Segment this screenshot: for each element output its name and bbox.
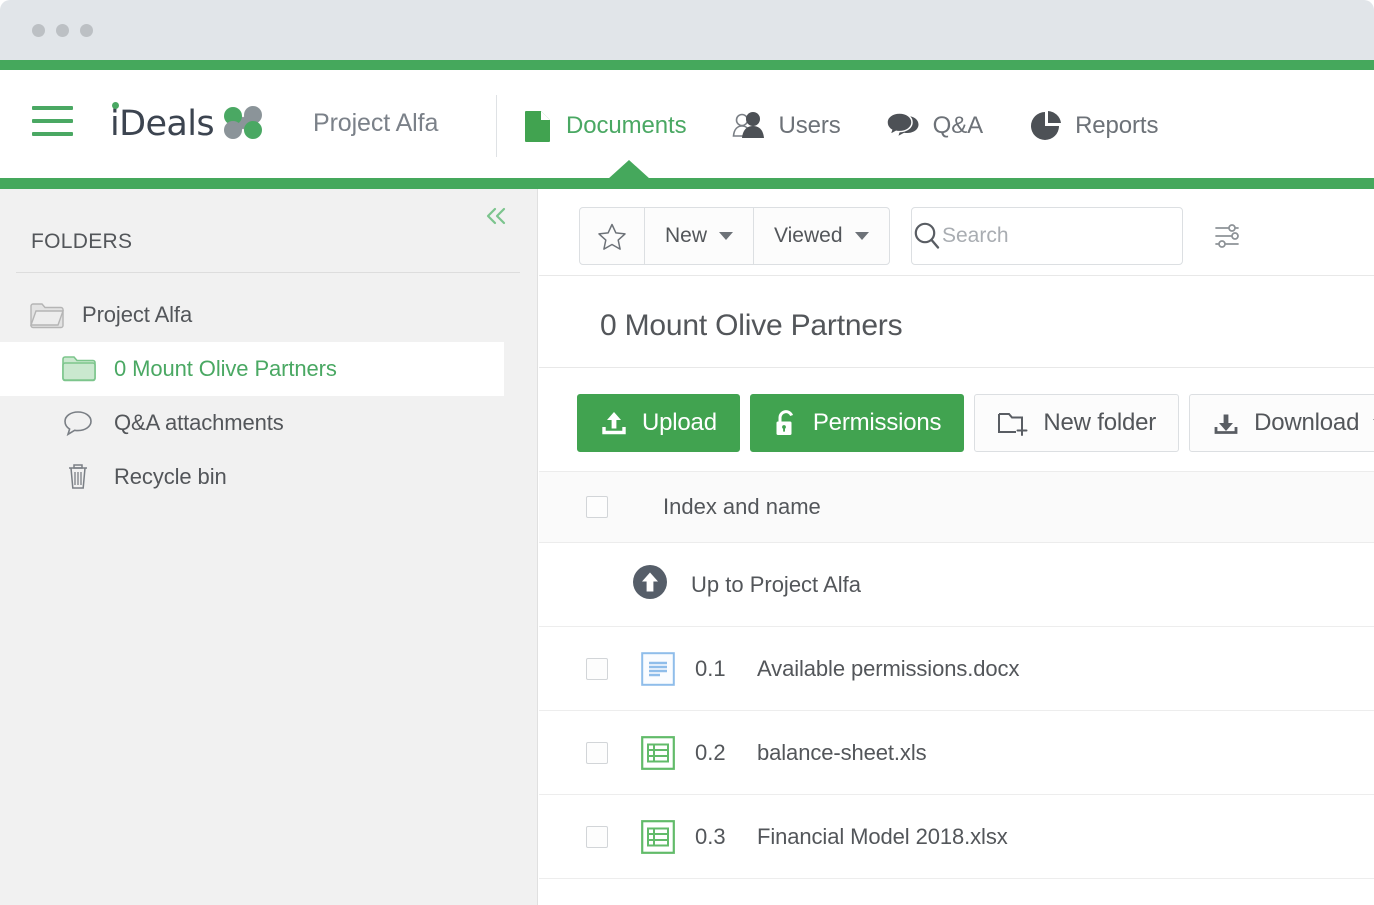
sidebar-item-project-alfa[interactable]: Project Alfa	[0, 288, 538, 342]
sliders-icon[interactable]	[1213, 223, 1243, 249]
star-icon[interactable]	[580, 208, 645, 264]
table-row[interactable]: 0.3 Financial Model 2018.xlsx	[539, 795, 1374, 879]
title-divider	[539, 367, 1374, 368]
sidebar-item-label: Project Alfa	[82, 302, 192, 328]
sidebar-item-mount-olive-partners[interactable]: 0 Mount Olive Partners	[0, 342, 504, 396]
close-dot[interactable]	[32, 24, 45, 37]
select-all-checkbox[interactable]	[586, 496, 608, 518]
file-index: 0.3	[695, 824, 739, 850]
upload-button[interactable]: Upload	[577, 394, 740, 452]
deal-name: Project Alfa	[313, 109, 438, 138]
window-controls	[32, 24, 93, 37]
page-title: 0 Mount Olive Partners	[600, 309, 902, 343]
download-icon	[1212, 409, 1240, 437]
chevron-down-icon	[719, 232, 733, 240]
file-name: Available permissions.docx	[757, 656, 1019, 682]
file-name: balance-sheet.xls	[757, 740, 927, 766]
filter-button-group: New Viewed	[579, 207, 890, 265]
content-area: New Viewed	[539, 189, 1374, 905]
file-index: 0.1	[695, 656, 739, 682]
double-chevron-left-icon[interactable]	[479, 203, 513, 233]
brand-wordmark: iDeals	[110, 107, 214, 142]
sidebar-item-qa-attachments[interactable]: Q&A attachments	[0, 396, 538, 450]
download-button-label: Download	[1254, 409, 1359, 437]
toolbar-divider	[539, 275, 1374, 276]
table-header-row: Index and name	[539, 471, 1374, 543]
ideals-logo[interactable]: iDeals	[110, 100, 264, 148]
parent-folder-label: Up to Project Alfa	[691, 572, 861, 598]
sidebar-item-label: Recycle bin	[114, 464, 227, 490]
table-row[interactable]: 0.2 balance-sheet.xls	[539, 711, 1374, 795]
sidebar-item-recycle-bin[interactable]: Recycle bin	[0, 450, 538, 504]
tab-documents[interactable]: Documents	[520, 98, 686, 154]
download-button[interactable]: Download	[1189, 394, 1374, 452]
tab-reports[interactable]: Reports	[1029, 98, 1158, 154]
new-folder-icon	[997, 409, 1029, 437]
trash-icon	[62, 461, 100, 493]
folder-icon	[30, 299, 68, 331]
header-top-rail	[0, 60, 1374, 70]
new-filter-dropdown[interactable]: New	[645, 208, 754, 264]
search-box	[911, 207, 1183, 265]
content-toolbar: New Viewed	[539, 189, 1374, 275]
document-icon	[520, 109, 554, 143]
row-checkbox[interactable]	[586, 742, 608, 764]
ideals-dots-logo	[222, 106, 264, 145]
sidebar-divider	[16, 272, 520, 273]
sidebar-item-label: 0 Mount Olive Partners	[114, 356, 337, 382]
unlock-icon	[773, 408, 799, 438]
viewed-filter-label: Viewed	[774, 224, 843, 248]
action-button-bar: Upload Permissions New fo	[577, 394, 1374, 452]
parent-folder-row[interactable]: Up to Project Alfa	[539, 543, 1374, 627]
tab-users-label: Users	[778, 112, 840, 140]
excel-spreadsheet-icon	[641, 820, 675, 854]
word-document-icon	[641, 652, 675, 686]
main-navigation: Documents Users Q&A Rep	[520, 98, 1204, 154]
window-titlebar	[0, 0, 1374, 60]
viewed-filter-dropdown[interactable]: Viewed	[754, 208, 889, 264]
new-folder-button-label: New folder	[1043, 409, 1156, 437]
tab-documents-label: Documents	[566, 112, 686, 140]
tab-qa[interactable]: Q&A	[887, 98, 983, 154]
column-header-index-and-name: Index and name	[663, 494, 821, 520]
row-checkbox[interactable]	[586, 658, 608, 680]
chat-bubbles-icon	[887, 109, 921, 143]
sidebar: FOLDERS Project Alfa 0 Mount Olive Partn…	[0, 189, 538, 905]
upload-button-label: Upload	[642, 409, 717, 437]
maximize-dot[interactable]	[80, 24, 93, 37]
up-arrow-circle-icon	[631, 563, 669, 606]
new-folder-button[interactable]: New folder	[974, 394, 1179, 452]
new-filter-label: New	[665, 224, 707, 248]
sidebar-heading: FOLDERS	[31, 230, 132, 254]
search-input[interactable]	[942, 224, 1213, 248]
file-table: Index and name Up to Project Alfa 0.1 Av…	[539, 471, 1374, 879]
folder-green-icon	[62, 353, 100, 385]
sidebar-item-label: Q&A attachments	[114, 410, 284, 436]
folder-tree: Project Alfa 0 Mount Olive Partners Q&A …	[0, 288, 538, 504]
speech-bubble-icon	[62, 407, 100, 439]
chevron-down-icon	[855, 232, 869, 240]
active-tab-indicator	[608, 160, 650, 179]
header-divider	[496, 95, 497, 157]
tab-qa-label: Q&A	[933, 112, 983, 140]
tab-reports-label: Reports	[1075, 112, 1158, 140]
search-icon	[912, 221, 942, 251]
brand-i-dot	[112, 102, 119, 109]
row-checkbox[interactable]	[586, 826, 608, 848]
hamburger-icon[interactable]	[32, 106, 73, 142]
file-index: 0.2	[695, 740, 739, 766]
excel-spreadsheet-icon	[641, 736, 675, 770]
tab-users[interactable]: Users	[732, 98, 840, 154]
permissions-button[interactable]: Permissions	[750, 394, 965, 452]
permissions-button-label: Permissions	[813, 409, 942, 437]
table-row[interactable]: 0.1 Available permissions.docx	[539, 627, 1374, 711]
header-bottom-rail	[0, 178, 1374, 189]
upload-icon	[600, 409, 628, 437]
users-icon	[732, 109, 766, 143]
file-name: Financial Model 2018.xlsx	[757, 824, 1008, 850]
minimize-dot[interactable]	[56, 24, 69, 37]
pie-chart-icon	[1029, 109, 1063, 143]
